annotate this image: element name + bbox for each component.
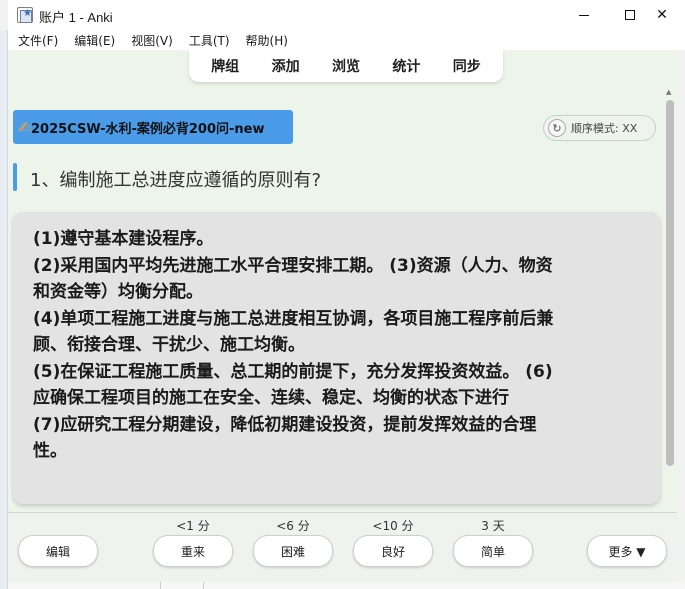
background-window-edge (0, 30, 8, 589)
order-mode-label: 顺序模式: XX (571, 122, 638, 135)
hard-due-label: <6 分 (276, 519, 310, 533)
answer-line: (7)应研究工程分期建设，降低初期建设投资，提前发挥效益的合理 (33, 414, 537, 435)
easy-button[interactable]: 简单 (453, 535, 533, 567)
menu-tools[interactable]: 工具(T) (189, 32, 230, 49)
toolbar-stats[interactable]: 统计 (392, 56, 420, 76)
anki-window: 账户 1 - Anki ✕ 文件(F) 编辑(E) 视图(V) 工具(T) 帮助… (0, 0, 685, 589)
refresh-icon: ↻ (548, 119, 566, 137)
maximize-icon (625, 10, 635, 20)
toolbar-decks[interactable]: 牌组 (211, 56, 239, 76)
menu-file[interactable]: 文件(F) (18, 32, 58, 49)
again-button[interactable]: 重来 (153, 535, 233, 567)
answer-line: 和资金等）均衡分配。 (33, 282, 203, 302)
minimize-icon (579, 14, 589, 16)
good-due-label: <10 分 (372, 519, 414, 533)
menu-help[interactable]: 帮助(H) (246, 32, 288, 49)
question-accent-bar (13, 163, 17, 191)
close-icon: ✕ (656, 7, 668, 23)
scroll-up-arrow-icon[interactable]: ▲ (666, 88, 671, 96)
close-button[interactable]: ✕ (639, 0, 685, 30)
background-window-bottom (8, 582, 685, 589)
edit-button[interactable]: 编辑 (18, 535, 98, 567)
answer-line: (1)遵守基本建设程序。 (33, 229, 214, 249)
main-toolbar: 牌组 添加 浏览 统计 同步 (189, 50, 503, 82)
again-due-label: <1 分 (176, 519, 210, 533)
order-mode-toggle[interactable]: ↻ 顺序模式: XX (543, 115, 656, 141)
hard-button[interactable]: 困难 (253, 535, 333, 567)
writing-hand-icon: ✍ (18, 118, 32, 137)
menu-edit[interactable]: 编辑(E) (74, 32, 115, 49)
window-title: 账户 1 - Anki (39, 10, 113, 25)
anki-app-icon (17, 7, 33, 23)
minimize-button[interactable] (561, 0, 607, 30)
review-bottom-bar: 编辑 <1 分 重来 <6 分 困难 <10 分 良好 3 天 简单 更多 ▼ (8, 512, 677, 582)
reviewer-area: 牌组 添加 浏览 统计 同步 ✍ 2025CSW-水利-案例必背200问-new… (8, 50, 677, 582)
title-bar: 账户 1 - Anki ✕ (8, 0, 685, 30)
menu-view[interactable]: 视图(V) (131, 32, 173, 49)
question-text: 1、编制施工总进度应遵循的原则有? (30, 170, 322, 191)
answer-box: (1)遵守基本建设程序。 (2)采用国内平均先进施工水平合理安排工期。 (3)资… (13, 212, 660, 504)
answer-line: 应确保工程项目的施工在安全、连续、稳定、均衡的状态下进行 (33, 388, 509, 408)
deck-name-badge: ✍ 2025CSW-水利-案例必背200问-new (13, 110, 293, 144)
deck-name-label: 2025CSW-水利-案例必背200问-new (31, 121, 265, 137)
answer-line: 顾、衔接合理、干扰少、施工均衡。 (33, 335, 305, 355)
answer-line: 性。 (33, 441, 67, 461)
answer-line: (5)在保证工程施工质量、总工期的前提下，充分发挥投资效益。 (6) (33, 361, 553, 382)
vertical-scrollbar[interactable]: ▲ (665, 88, 674, 468)
answer-line: (2)采用国内平均先进施工水平合理安排工期。 (3)资源（人力、物资 (33, 255, 553, 276)
toolbar-sync[interactable]: 同步 (453, 56, 481, 76)
good-button[interactable]: 良好 (353, 535, 433, 567)
toolbar-browse[interactable]: 浏览 (332, 56, 360, 76)
easy-due-label: 3 天 (481, 519, 505, 533)
toolbar-add[interactable]: 添加 (272, 56, 300, 76)
more-button[interactable]: 更多 ▼ (587, 535, 667, 567)
scrollbar-thumb[interactable] (666, 100, 674, 466)
answer-line: (4)单项工程施工进度与施工总进度相互协调，各项目施工程序前后兼 (33, 308, 554, 329)
menu-bar: 文件(F) 编辑(E) 视图(V) 工具(T) 帮助(H) (8, 30, 685, 50)
